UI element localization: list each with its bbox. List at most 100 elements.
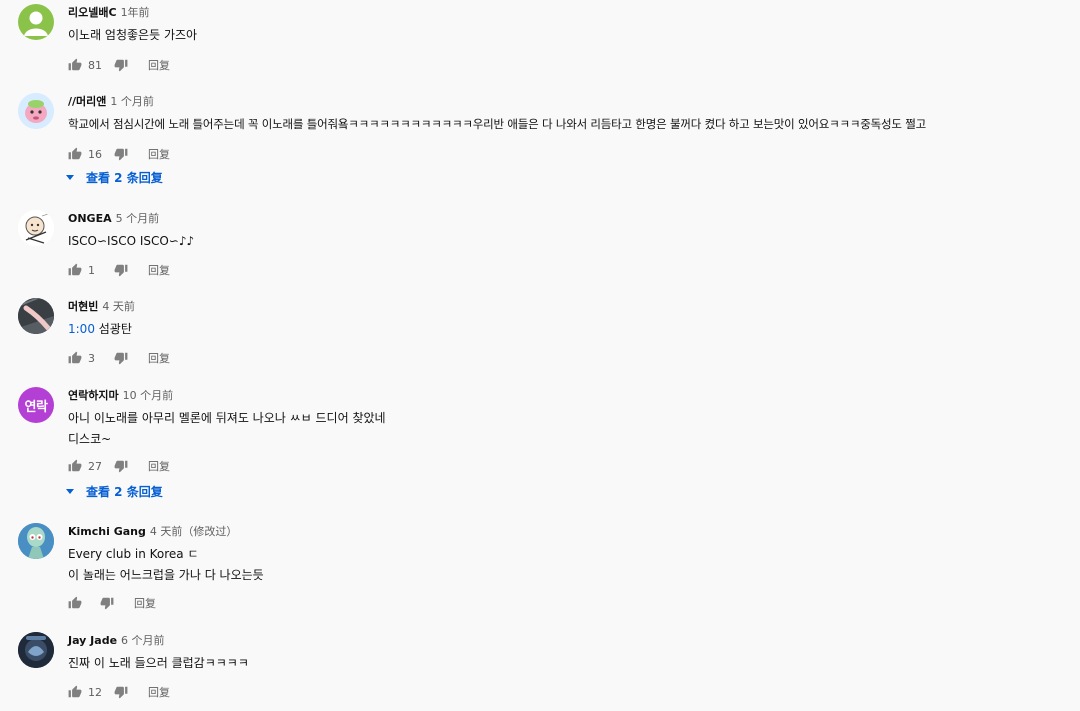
comment-time[interactable]: 1 个月前 <box>110 95 154 108</box>
comment-thread: Jay Jade 6 个月前 진짜 이 노래 들으러 클럽감ㅋㅋㅋㅋ 12 回复 <box>0 628 1080 711</box>
comment-text: 진짜 이 노래 들으러 클럽감ㅋㅋㅋㅋ <box>68 653 249 674</box>
like-count: 27 <box>88 459 102 473</box>
author-name[interactable]: Kimchi Gang <box>68 525 146 538</box>
comment-time[interactable]: 6 个月前 <box>121 634 165 647</box>
comment-thread: //머리앤 1 个月前 학교에서 점심시간에 노래 틀어주는데 꼭 이노래를 틀어… <box>0 89 1080 199</box>
avatar[interactable] <box>18 632 54 668</box>
thumbs-up-icon[interactable] <box>68 351 82 365</box>
reply-button[interactable]: 回复 <box>148 684 170 700</box>
cartoon-pink-avatar-icon <box>18 93 54 129</box>
like-count: 81 <box>88 58 102 72</box>
comment-line: 진짜 이 노래 들으러 클럽감ㅋㅋㅋㅋ <box>68 656 249 670</box>
view-replies-button[interactable]: 查看 2 条回复 <box>66 483 163 500</box>
squidward-avatar-icon <box>18 523 54 559</box>
author-name[interactable]: 리오넬배C <box>68 6 117 19</box>
thumbs-up-icon[interactable] <box>68 58 82 72</box>
view-replies-button[interactable]: 查看 2 条回复 <box>66 169 163 186</box>
like-count: 12 <box>88 685 102 699</box>
thumbs-up-icon[interactable] <box>68 459 82 473</box>
comment-actions: 3 回复 <box>68 350 170 366</box>
comment-time[interactable]: 5 个月前 <box>116 212 160 225</box>
avatar[interactable] <box>18 298 54 334</box>
dark-logo-avatar-icon <box>18 632 54 668</box>
photo-avatar-icon <box>18 298 54 334</box>
thumbs-up-icon[interactable] <box>68 596 82 610</box>
comment-line-text: 섬광탄 <box>94 322 132 336</box>
comment-text: 학교에서 점심시간에 노래 틀어주는데 꼭 이노래를 틀어줘욬ㅋㅋㅋㅋㅋㅋㅋㅋㅋ… <box>68 114 926 135</box>
avatar[interactable]: 연락 <box>18 387 54 423</box>
author-name[interactable]: Jay Jade <box>68 634 117 647</box>
thumbs-down-icon[interactable] <box>100 596 114 610</box>
default-person-icon <box>24 11 48 36</box>
like-count: 16 <box>88 147 102 161</box>
thumbs-up-icon[interactable] <box>68 685 82 699</box>
cartoon-character-avatar-icon <box>18 210 54 246</box>
comment-text: ISCO∽ISCO ISCO∽♪♪ <box>68 231 194 252</box>
avatar[interactable] <box>18 4 54 40</box>
comment-time[interactable]: 4 天前 <box>102 300 135 313</box>
comment-line: 이노래 엄청좋은듯 가즈아 <box>68 28 198 42</box>
avatar-initials: 연락 <box>24 399 48 415</box>
comment-header: ONGEA 5 个月前 <box>68 211 159 226</box>
thumbs-down-icon[interactable] <box>114 263 128 277</box>
comment-line: Every club in Korea ㄷ <box>68 547 199 561</box>
comment-line: ISCO∽ISCO ISCO∽♪♪ <box>68 234 195 248</box>
like-count: 1 <box>88 263 95 277</box>
comment-header: 리오넬배C 1年前 <box>68 5 150 20</box>
thumbs-down-icon[interactable] <box>114 459 128 473</box>
comment-line: 이 놀래는 어느크럽을 가나 다 나오는듯 <box>68 568 264 582</box>
comment-line: 디스코~ <box>68 432 112 446</box>
comment-thread: 머현빈 4 天前 1:00 섬광탄 3 回复 <box>0 294 1080 394</box>
comment-header: 연락하지마 10 个月前 <box>68 388 173 403</box>
comment-thread: 리오넬배C 1年前 이노래 엄청좋은듯 가즈아 81 回复 <box>0 0 1080 100</box>
comment-time[interactable]: 1年前 <box>121 6 150 19</box>
comment-header: 머현빈 4 天前 <box>68 299 135 314</box>
comment-header: Kimchi Gang 4 天前（修改过） <box>68 524 237 539</box>
comment-thread: ONGEA 5 个月前 ISCO∽ISCO ISCO∽♪♪ 1 回复 <box>0 206 1080 306</box>
reply-button[interactable]: 回复 <box>148 262 170 278</box>
like-count: 3 <box>88 351 95 365</box>
author-name[interactable]: //머리앤 <box>68 95 106 108</box>
comment-text: 아니 이노래를 아무리 멜론에 뒤져도 나오나 ㅆㅂ 드디어 찾았네 디스코~ <box>68 408 386 450</box>
author-name[interactable]: 연락하지마 <box>68 389 119 402</box>
thumbs-down-icon[interactable] <box>114 58 128 72</box>
author-name[interactable]: 머현빈 <box>68 300 98 313</box>
thumbs-up-icon[interactable] <box>68 263 82 277</box>
comment-actions: 16 回复 <box>68 146 170 162</box>
reply-button[interactable]: 回复 <box>134 595 156 611</box>
comment-line: 아니 이노래를 아무리 멜론에 뒤져도 나오나 ㅆㅂ 드디어 찾았네 <box>68 411 386 425</box>
caret-down-icon <box>66 489 74 494</box>
reply-button[interactable]: 回复 <box>148 458 170 474</box>
caret-down-icon <box>66 175 74 180</box>
avatar[interactable] <box>18 523 54 559</box>
comment-actions: 81 回复 <box>68 57 170 73</box>
comment-text: 1:00 섬광탄 <box>68 319 132 340</box>
comment-actions: 回复 <box>68 595 156 611</box>
thumbs-up-icon[interactable] <box>68 147 82 161</box>
comment-text: 이노래 엄청좋은듯 가즈아 <box>68 25 197 46</box>
avatar[interactable] <box>18 93 54 129</box>
comment-actions: 1 回复 <box>68 262 170 278</box>
avatar[interactable] <box>18 210 54 246</box>
comment-header: Jay Jade 6 个月前 <box>68 633 165 648</box>
comment-actions: 27 回复 <box>68 458 170 474</box>
timestamp-link[interactable]: 1:00 <box>68 322 95 336</box>
thumbs-down-icon[interactable] <box>114 351 128 365</box>
thumbs-down-icon[interactable] <box>114 685 128 699</box>
reply-button[interactable]: 回复 <box>148 146 170 162</box>
comment-time[interactable]: 4 天前（修改过） <box>150 525 238 538</box>
thumbs-down-icon[interactable] <box>114 147 128 161</box>
comments-list: 리오넬배C 1年前 이노래 엄청좋은듯 가즈아 81 回复 //머리앤 1 个月… <box>0 0 1080 711</box>
comment-thread: 연락 연락하지마 10 个月前 아니 이노래를 아무리 멜론에 뒤져도 나오나 ㅆ… <box>0 383 1080 508</box>
comment-actions: 12 回复 <box>68 684 170 700</box>
comment-line: 1:00 섬광탄 <box>68 319 132 340</box>
view-replies-label: 查看 2 条回复 <box>86 485 163 499</box>
comment-header: //머리앤 1 个月前 <box>68 94 154 109</box>
comment-thread: Kimchi Gang 4 天前（修改过） Every club in Korea… <box>0 519 1080 619</box>
reply-button[interactable]: 回复 <box>148 57 170 73</box>
author-name[interactable]: ONGEA <box>68 212 112 225</box>
comment-text: Every club in Korea ㄷ 이 놀래는 어느크럽을 가나 다 나… <box>68 544 264 586</box>
comment-time[interactable]: 10 个月前 <box>123 389 174 402</box>
comment-line: 학교에서 점심시간에 노래 틀어주는데 꼭 이노래를 틀어줘욬ㅋㅋㅋㅋㅋㅋㅋㅋㅋ… <box>68 117 926 131</box>
reply-button[interactable]: 回复 <box>148 350 170 366</box>
